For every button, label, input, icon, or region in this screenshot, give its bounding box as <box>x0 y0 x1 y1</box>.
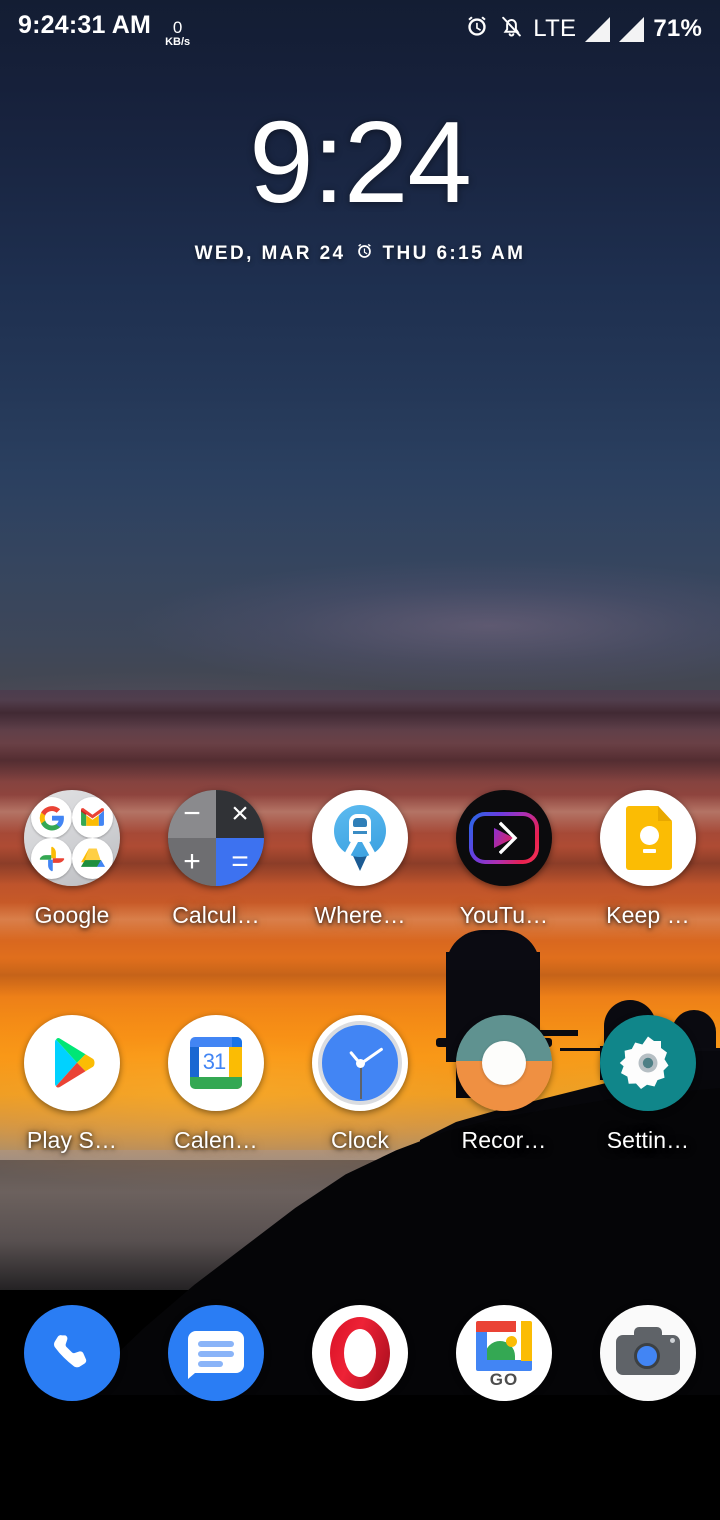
home-screen: 9:24:31 AM 0 KB/s LTE 71% 9:24 WED, MAR … <box>0 0 720 1520</box>
google-search-icon <box>31 797 72 838</box>
app-icon-google-folder[interactable]: Google <box>0 790 144 950</box>
app-label: Recor… <box>461 1127 547 1153</box>
camera-icon <box>600 1305 696 1401</box>
status-bar: 9:24:31 AM 0 KB/s LTE 71% <box>0 0 720 58</box>
google-folder-icon <box>24 790 120 886</box>
clock-widget[interactable]: 9:24 WED, MAR 24 THU 6:15 AM <box>0 104 720 265</box>
app-icon-youtube-vanced[interactable]: YouTu… <box>432 790 576 950</box>
gallery-go-icon: GO <box>456 1305 552 1401</box>
phone-icon <box>24 1305 120 1401</box>
app-label: Play S… <box>26 1127 118 1153</box>
opera-icon <box>312 1305 408 1401</box>
recorder-icon <box>456 1015 552 1111</box>
app-icon-google-keep[interactable]: Keep … <box>576 790 720 950</box>
network-speed-value: 0 <box>172 17 183 37</box>
app-icon-clock[interactable]: Clock <box>288 1015 432 1175</box>
clock-icon <box>312 1015 408 1111</box>
calculator-icon: − × + = <box>168 790 264 886</box>
status-bar-left: 9:24:31 AM 0 KB/s <box>18 11 190 48</box>
dock-item-camera[interactable] <box>576 1305 720 1425</box>
app-icon-google-calendar[interactable]: 31 Calen… <box>144 1015 288 1175</box>
signal-bars-icon <box>585 16 611 42</box>
app-icon-settings[interactable]: Settin… <box>576 1015 720 1175</box>
app-row-2: Play S… 31 Calen… Clock Recor… Settin… <box>0 1015 720 1175</box>
gmail-icon <box>72 797 113 838</box>
clock-widget-date: WED, MAR 24 <box>194 242 346 264</box>
signal-bars-icon <box>619 16 645 42</box>
calculator-plus-key: + <box>168 838 216 886</box>
settings-gear-icon <box>600 1015 696 1111</box>
status-bar-clock: 9:24:31 AM <box>18 10 152 39</box>
calculator-equals-key: = <box>216 838 264 886</box>
network-speed-unit: KB/s <box>165 35 191 48</box>
google-calendar-icon: 31 <box>168 1015 264 1111</box>
where-is-my-train-icon <box>312 790 408 886</box>
calculator-minus-key: − <box>168 790 216 838</box>
alarm-clock-icon <box>464 14 490 45</box>
gallery-go-badge: GO <box>489 1370 519 1389</box>
dock-item-gallery-go[interactable]: GO <box>432 1305 576 1425</box>
clock-widget-subtitle: WED, MAR 24 THU 6:15 AM <box>0 242 720 265</box>
app-label: Calcul… <box>172 902 260 928</box>
app-icon-play-store[interactable]: Play S… <box>0 1015 144 1175</box>
app-icon-recorder[interactable]: Recor… <box>432 1015 576 1175</box>
youtube-vanced-icon <box>456 790 552 886</box>
alarm-clock-icon <box>355 242 374 265</box>
app-label: Where… <box>314 902 406 928</box>
app-icon-calculator[interactable]: − × + = Calcul… <box>144 790 288 950</box>
dock-item-messages[interactable] <box>144 1305 288 1425</box>
clock-widget-next-alarm: THU 6:15 AM <box>382 242 526 264</box>
network-speed-indicator: 0 KB/s <box>165 19 190 48</box>
app-row-1: Google − × + = Calcul… Where… YouTu… Kee… <box>0 790 720 950</box>
dock-item-opera[interactable] <box>288 1305 432 1425</box>
app-label: Settin… <box>606 1127 690 1153</box>
play-store-icon <box>24 1015 120 1111</box>
clock-widget-time: 9:24 <box>249 97 472 227</box>
network-type-label: LTE <box>533 15 577 42</box>
google-photos-icon <box>31 838 72 879</box>
app-label: Keep … <box>606 902 690 928</box>
google-drive-icon <box>72 838 113 879</box>
app-icon-where-is-my-train[interactable]: Where… <box>288 790 432 950</box>
app-label: Google <box>34 902 110 928</box>
bell-muted-icon <box>499 14 524 44</box>
app-label: Clock <box>330 1127 389 1153</box>
google-keep-icon <box>600 790 696 886</box>
battery-percentage: 71% <box>653 15 702 42</box>
app-label: YouTu… <box>459 902 549 928</box>
dock: GO <box>0 1305 720 1425</box>
messages-icon <box>168 1305 264 1401</box>
calendar-day-number: 31 <box>202 1049 227 1074</box>
status-bar-right: LTE 71% <box>464 14 702 45</box>
dock-item-phone[interactable] <box>0 1305 144 1425</box>
calculator-times-key: × <box>216 790 264 838</box>
app-label: Calen… <box>174 1127 258 1153</box>
